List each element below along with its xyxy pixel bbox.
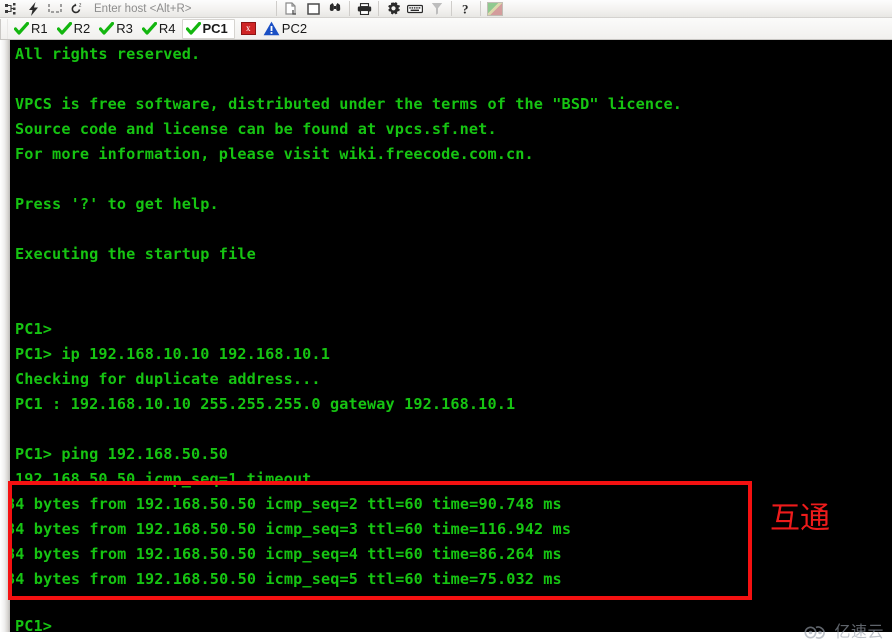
check-icon <box>141 21 157 35</box>
terminal-line: VPCS is free software, distributed under… <box>15 95 682 113</box>
toolbar-separator <box>276 1 277 16</box>
cloud-logo-icon <box>804 625 826 639</box>
terminal-line: PC1> ip 192.168.10.10 192.168.10.1 <box>15 345 330 363</box>
close-tab-button[interactable]: x <box>240 22 256 35</box>
binoculars-icon[interactable] <box>324 0 346 17</box>
device-tab-label: R1 <box>31 21 48 36</box>
toolbar-separator <box>451 1 452 16</box>
device-tab-r3[interactable]: R3 <box>96 19 139 39</box>
device-tab-r2[interactable]: R2 <box>54 19 97 39</box>
device-tab-pc2[interactable]: PC2 <box>260 19 313 39</box>
svg-text:?: ? <box>462 2 469 16</box>
terminal-line: Checking for duplicate address... <box>15 370 321 388</box>
reload-icon[interactable]: 2 <box>66 0 88 17</box>
terminal-line: 84 bytes from 192.168.50.50 icmp_seq=4 t… <box>10 545 562 563</box>
terminal-line: Press '?' to get help. <box>15 195 219 213</box>
check-icon <box>14 21 29 35</box>
terminal-line: All rights reserved. <box>15 45 201 63</box>
terminal-left-gutter <box>0 40 10 643</box>
terminal-line: PC1> <box>15 320 53 338</box>
toolbar-separator <box>378 1 379 16</box>
terminal-bottom-edge <box>0 632 892 643</box>
terminal-line: 84 bytes from 192.168.50.50 icmp_seq=2 t… <box>10 495 562 513</box>
device-tab-r4[interactable]: R4 <box>139 19 182 39</box>
new-window-icon[interactable] <box>302 0 324 17</box>
check-icon <box>185 21 201 35</box>
watermark-text: 亿速云 <box>834 622 884 641</box>
device-tab-label: PC1 <box>202 21 228 36</box>
terminal-line: For more information, please visit wiki.… <box>15 145 534 163</box>
terminal-line: Source code and license can be found at … <box>15 120 497 138</box>
terminal-output[interactable]: All rights reserved. VPCS is free softwar… <box>10 40 892 632</box>
device-tab-label: R4 <box>158 21 176 36</box>
annotation-label: 互通 <box>770 501 830 536</box>
terminal-line: Executing the startup file <box>15 245 256 263</box>
terminal-line: 84 bytes from 192.168.50.50 icmp_seq=5 t… <box>10 570 562 588</box>
terminal-panel: All rights reserved. VPCS is free softwar… <box>0 40 892 643</box>
terminal-line: 84 bytes from 192.168.50.50 icmp_seq=3 t… <box>10 520 572 538</box>
new-tab-icon[interactable] <box>280 0 302 17</box>
watermark: 亿速云 <box>804 624 884 640</box>
filter-icon[interactable] <box>426 0 448 17</box>
check-icon <box>99 21 115 35</box>
device-tab-r1[interactable]: R1 <box>11 19 54 39</box>
lightning-bolt-icon[interactable] <box>22 0 44 17</box>
warning-triangle-icon <box>263 21 280 36</box>
terminal-line: PC1> <box>15 617 53 632</box>
help-icon[interactable]: ? <box>455 0 477 17</box>
terminal-line: 192.168.50.50 icmp_seq=1 timeout <box>15 470 312 488</box>
gear-icon[interactable] <box>382 0 404 17</box>
device-tab-bar: R1 R2 R3 R4 PC1 x PC2 <box>0 18 892 40</box>
device-tab-label: PC2 <box>281 21 308 36</box>
device-tab-pc1[interactable]: PC1 <box>181 18 235 39</box>
print-icon[interactable] <box>353 0 375 17</box>
main-toolbar: 2 Enter host <Alt+R> ? <box>0 0 892 18</box>
device-tab-label: R3 <box>116 21 133 36</box>
check-icon <box>56 21 72 35</box>
terminal-line: PC1> ping 192.168.50.50 <box>15 445 229 463</box>
console-icon[interactable] <box>44 0 66 17</box>
network-topology-icon[interactable] <box>0 0 22 17</box>
toolbar-drag-handle[interactable] <box>0 18 8 39</box>
toolbar-separator <box>349 1 350 16</box>
host-input[interactable] <box>94 2 273 15</box>
device-tab-label: R2 <box>73 21 91 36</box>
toolbar-separator <box>480 1 481 16</box>
color-palette-icon[interactable] <box>484 0 506 17</box>
terminal-line: PC1 : 192.168.10.10 255.255.255.0 gatewa… <box>15 395 516 413</box>
svg-text:2: 2 <box>78 2 81 8</box>
host-input-wrapper[interactable] <box>88 0 273 17</box>
keyboard-icon[interactable] <box>404 0 426 17</box>
